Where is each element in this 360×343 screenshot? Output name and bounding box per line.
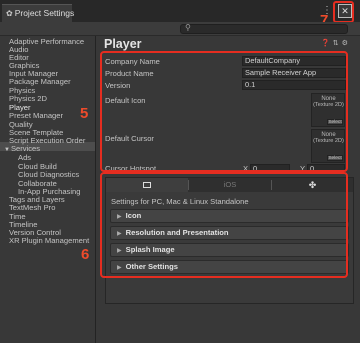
company-name-field[interactable]: DefaultCompany <box>242 56 346 66</box>
sidebar-item-textmesh-pro[interactable]: TextMesh Pro <box>9 204 55 212</box>
sidebar-item-physics-2d[interactable]: Physics 2D <box>9 95 47 103</box>
search-row: ⚲ <box>0 22 360 36</box>
callout-6: 6 <box>81 246 90 263</box>
hotspot-y-field[interactable]: 0 <box>307 164 345 173</box>
hotspot-y-label: Y <box>300 164 306 173</box>
section-icon[interactable]: ▶ Icon <box>110 209 349 223</box>
select-texture-button[interactable]: Select <box>327 155 343 161</box>
sidebar-item-package-manager[interactable]: Package Manager <box>9 78 71 86</box>
cursor-hotspot-label: Cursor Hotspot <box>105 164 157 173</box>
texture-type-label: (Texture 2D) <box>313 138 344 144</box>
sidebar-item-cloud-diagnostics[interactable]: Cloud Diagnostics <box>18 171 79 179</box>
default-cursor-label: Default Cursor <box>105 134 154 143</box>
foldout-triangle-icon: ▶ <box>117 231 122 237</box>
tab-ios[interactable]: iOS <box>189 178 271 192</box>
default-cursor-texture-field[interactable]: None (Texture 2D) Select <box>311 129 345 163</box>
settings-sidebar: Adaptive Performance Audio Editor Graphi… <box>0 36 96 343</box>
monitor-icon <box>143 182 151 188</box>
gear-icon: ✿ <box>6 9 13 18</box>
version-field[interactable]: 0.1 <box>242 80 346 90</box>
texture-type-label: (Texture 2D) <box>313 102 344 108</box>
platform-tabs: iOS ✤ <box>106 178 353 192</box>
section-splash-image[interactable]: ▶ Splash Image <box>110 243 349 257</box>
select-texture-button[interactable]: Select <box>327 119 343 125</box>
window-titlebar: ✿ Project Settings ⋮ ✕ <box>0 0 360 22</box>
version-label: Version <box>105 81 131 90</box>
sidebar-item-preset-manager[interactable]: Preset Manager <box>9 112 63 120</box>
expand-triangle-icon[interactable]: ▼ <box>4 147 10 153</box>
default-icon-label: Default Icon <box>105 96 146 105</box>
hotspot-x-label: X <box>243 164 249 173</box>
android-icon: ✤ <box>308 180 317 190</box>
close-button[interactable]: ✕ <box>338 4 352 18</box>
settings-icon[interactable]: ⇅ <box>333 40 342 47</box>
settings-for-label: Settings for PC, Mac & Linux Standalone <box>111 197 249 206</box>
header-icons: ❓⇅⚙ <box>321 39 357 49</box>
player-settings-panel: Player ❓⇅⚙ Company Name DefaultCompany P… <box>97 36 360 343</box>
help-icon[interactable]: ❓ <box>321 40 333 47</box>
company-name-label: Company Name <box>105 57 160 66</box>
tab-standalone[interactable] <box>106 178 188 192</box>
sidebar-item-services-label: Services <box>10 144 41 153</box>
project-settings-tab[interactable]: ✿ Project Settings <box>2 4 75 22</box>
foldout-triangle-icon: ▶ <box>117 265 122 271</box>
product-name-label: Product Name <box>105 69 154 78</box>
tab-title: Project Settings <box>14 8 75 18</box>
product-name-field[interactable]: Sample Receiver App <box>242 68 346 78</box>
search-icon: ⚲ <box>185 23 191 32</box>
platform-settings-box: iOS ✤ Settings for PC, Mac & Linux Stand… <box>105 177 354 304</box>
sidebar-item-ads[interactable]: Ads <box>18 154 31 162</box>
sidebar-item-xr-plugin-management[interactable]: XR Plugin Management <box>9 237 89 245</box>
default-icon-texture-field[interactable]: None (Texture 2D) Select <box>311 93 345 127</box>
foldout-triangle-icon: ▶ <box>117 248 122 254</box>
section-resolution-and-presentation[interactable]: ▶ Resolution and Presentation <box>110 226 349 240</box>
tab-android[interactable]: ✤ <box>272 178 353 192</box>
hotspot-x-field[interactable]: 0 <box>250 164 290 173</box>
page-title: Player <box>104 37 142 51</box>
foldout-triangle-icon: ▶ <box>117 214 122 220</box>
search-input[interactable]: ⚲ <box>180 23 348 34</box>
sidebar-item-services[interactable]: ▼Services <box>4 144 41 154</box>
menu-icon[interactable]: ⚙ <box>342 40 351 47</box>
callout-5: 5 <box>80 105 89 122</box>
section-other-settings[interactable]: ▶ Other Settings <box>110 260 349 274</box>
